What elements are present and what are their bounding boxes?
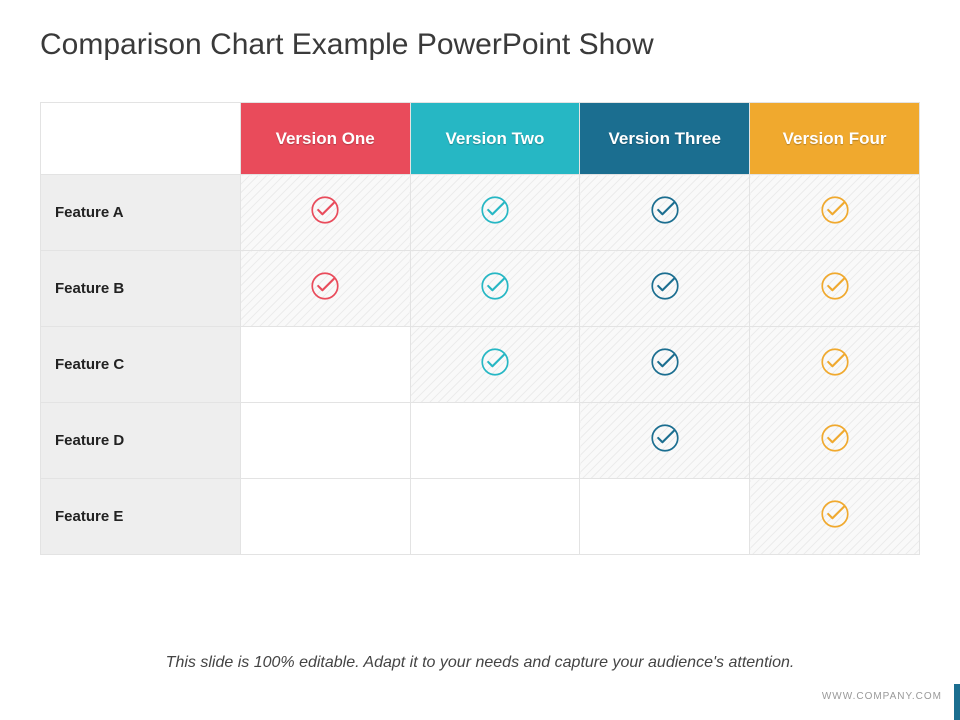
cell — [410, 479, 580, 555]
company-url: WWW.COMPANY.COM — [822, 691, 942, 702]
cell — [750, 479, 920, 555]
footnote-text: This slide is 100% editable. Adapt it to… — [0, 654, 960, 672]
comparison-table: Version One Version Two Version Three Ve… — [40, 102, 920, 555]
cell — [240, 327, 410, 403]
check-icon — [818, 193, 852, 227]
slide: Comparison Chart Example PowerPoint Show… — [0, 0, 960, 720]
cell — [580, 479, 750, 555]
check-icon — [308, 193, 342, 227]
check-icon — [818, 269, 852, 303]
header-version-2: Version Two — [410, 103, 580, 175]
header-version-3: Version Three — [580, 103, 750, 175]
table-body: Feature AFeature BFeature CFeature DFeat… — [41, 175, 920, 555]
cell — [410, 327, 580, 403]
cell — [580, 175, 750, 251]
table-header-row: Version One Version Two Version Three Ve… — [41, 103, 920, 175]
feature-label: Feature A — [41, 175, 241, 251]
feature-label: Feature D — [41, 403, 241, 479]
table-row: Feature A — [41, 175, 920, 251]
check-icon — [818, 421, 852, 455]
cell — [580, 251, 750, 327]
cell — [240, 251, 410, 327]
feature-label: Feature B — [41, 251, 241, 327]
table-row: Feature B — [41, 251, 920, 327]
cell — [580, 403, 750, 479]
cell — [580, 327, 750, 403]
table-row: Feature D — [41, 403, 920, 479]
header-blank — [41, 103, 241, 175]
check-icon — [478, 269, 512, 303]
cell — [240, 175, 410, 251]
feature-label: Feature C — [41, 327, 241, 403]
table-row: Feature C — [41, 327, 920, 403]
table-row: Feature E — [41, 479, 920, 555]
cell — [750, 251, 920, 327]
check-icon — [478, 345, 512, 379]
cell — [410, 403, 580, 479]
check-icon — [648, 193, 682, 227]
check-icon — [818, 497, 852, 531]
check-icon — [818, 345, 852, 379]
cell — [240, 479, 410, 555]
check-icon — [478, 193, 512, 227]
header-version-4: Version Four — [750, 103, 920, 175]
cell — [750, 327, 920, 403]
cell — [410, 175, 580, 251]
check-icon — [648, 269, 682, 303]
accent-bar — [954, 684, 960, 720]
slide-title: Comparison Chart Example PowerPoint Show — [40, 28, 920, 62]
feature-label: Feature E — [41, 479, 241, 555]
check-icon — [648, 421, 682, 455]
header-version-1: Version One — [240, 103, 410, 175]
cell — [750, 403, 920, 479]
cell — [410, 251, 580, 327]
cell — [240, 403, 410, 479]
check-icon — [308, 269, 342, 303]
cell — [750, 175, 920, 251]
check-icon — [648, 345, 682, 379]
